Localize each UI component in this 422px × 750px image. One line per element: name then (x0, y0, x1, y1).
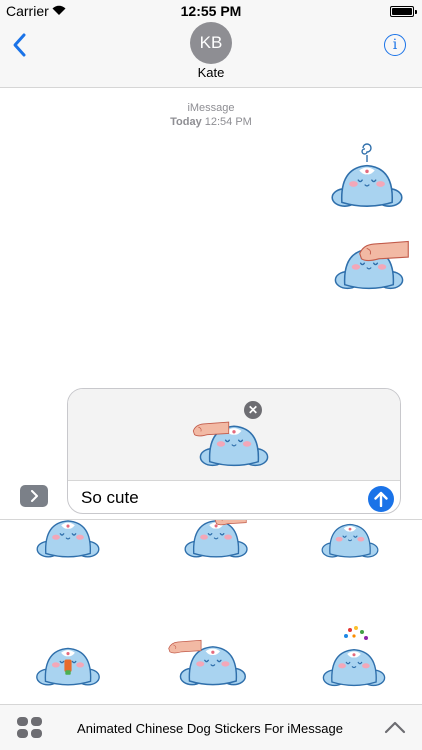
chevron-right-icon (31, 490, 38, 502)
timestamp: Today 12:54 PM (0, 116, 422, 128)
back-chevron-icon[interactable] (10, 32, 30, 58)
drawer-sticker-4[interactable] (32, 638, 104, 690)
drawer-sticker-2[interactable] (178, 519, 256, 562)
drawer-sticker-6[interactable] (320, 624, 388, 692)
drawer-sticker-5[interactable] (166, 636, 252, 690)
clock: 12:55 PM (180, 3, 242, 19)
timestamp-time: 12:54 PM (204, 116, 252, 128)
sent-sticker-petted[interactable] (330, 238, 410, 294)
status-bar: Carrier 12:55 PM (0, 0, 422, 22)
drawer-sticker-1[interactable] (32, 519, 104, 562)
timestamp-day: Today (170, 116, 202, 128)
service-label: iMessage (187, 102, 235, 114)
send-button[interactable] (368, 486, 394, 512)
sticker-drawer (0, 519, 422, 704)
expand-compose-button[interactable] (20, 485, 48, 507)
avatar[interactable]: KB (190, 22, 232, 64)
sent-sticker-dizzy[interactable] (328, 142, 406, 212)
battery-icon (390, 6, 417, 17)
info-icon[interactable]: i (384, 34, 406, 56)
chevron-up-icon[interactable] (384, 719, 406, 735)
app-title: Animated Chinese Dog Stickers For iMessa… (77, 721, 343, 736)
compose-field[interactable]: ✕ (67, 388, 401, 514)
message-input[interactable] (81, 486, 351, 510)
sticker-preview: ✕ (68, 389, 400, 481)
apps-grid-icon[interactable] (17, 717, 43, 739)
conversation-header: KB Kate i (0, 22, 422, 88)
close-icon[interactable]: ✕ (244, 401, 262, 419)
preview-sticker (192, 421, 269, 467)
arrow-up-icon (374, 491, 388, 507)
drawer-sticker-3[interactable] (318, 519, 382, 562)
contact-name[interactable]: Kate (0, 65, 422, 80)
app-drawer-bar: Animated Chinese Dog Stickers For iMessa… (0, 704, 422, 750)
